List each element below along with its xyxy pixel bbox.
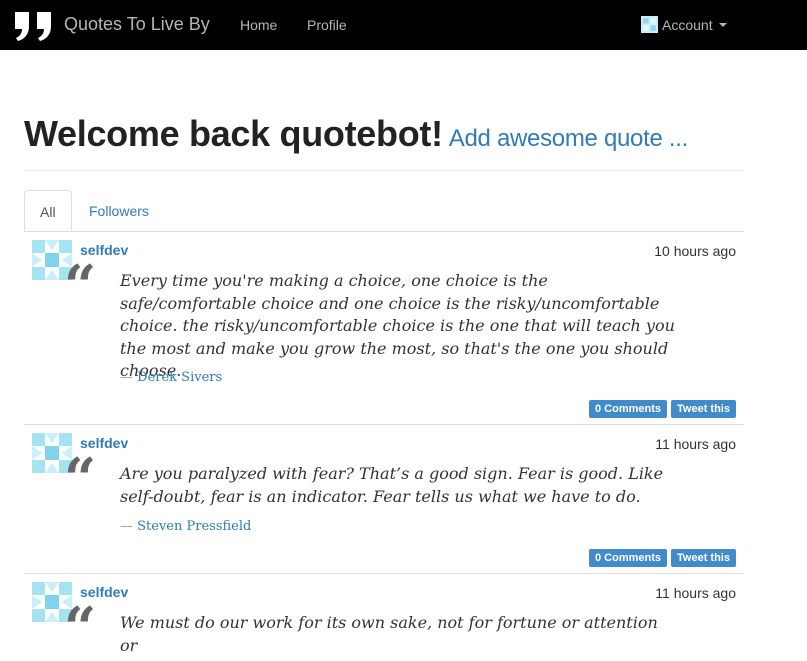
quote-text: Every time you're making a choice, one c… bbox=[120, 271, 675, 380]
quote-logo-icon[interactable] bbox=[13, 10, 55, 42]
quote-item: selfdev 11 hours ago “ Are you paralyzed… bbox=[24, 425, 744, 574]
tweet-button[interactable]: Tweet this bbox=[671, 549, 736, 567]
quote-text: We must do our work for its own sake, no… bbox=[120, 613, 658, 655]
comments-button[interactable]: 0 Comments bbox=[588, 549, 668, 567]
quote-author: — Derek Sivers bbox=[120, 370, 223, 385]
account-avatar-icon bbox=[641, 16, 658, 33]
chevron-down-icon bbox=[718, 22, 727, 27]
quote-timestamp: 10 hours ago bbox=[654, 243, 736, 259]
add-quote-link[interactable]: Add awesome quote ... bbox=[449, 125, 688, 152]
quote-list: selfdev 10 hours ago “ Every time you're… bbox=[24, 232, 744, 661]
brand-name[interactable]: Quotes To Live By bbox=[64, 14, 210, 35]
quote-author-name[interactable]: Derek Sivers bbox=[137, 370, 222, 385]
quote-text: Are you paralyzed with fear? That’s a go… bbox=[120, 464, 664, 506]
quote-author-name[interactable]: Steven Pressfield bbox=[137, 519, 251, 534]
quote-author: — Steven Pressfield bbox=[120, 519, 252, 534]
nav-profile-link[interactable]: Profile bbox=[307, 17, 347, 33]
quote-item: selfdev 10 hours ago “ Every time you're… bbox=[24, 232, 744, 425]
account-dropdown[interactable]: Account bbox=[641, 16, 727, 33]
page-header: Welcome back quotebot! Add awesome quote … bbox=[24, 112, 744, 171]
navbar: Quotes To Live By Home Profile Account bbox=[0, 0, 807, 50]
welcome-title: Welcome back quotebot! bbox=[24, 113, 443, 154]
quote-actions: 0 Comments Tweet this bbox=[588, 549, 736, 567]
tab-bar: All Followers bbox=[24, 190, 744, 232]
tab-followers[interactable]: Followers bbox=[74, 190, 164, 230]
comments-button[interactable]: 0 Comments bbox=[588, 400, 668, 418]
tweet-button[interactable]: Tweet this bbox=[671, 400, 736, 418]
nav-home-link[interactable]: Home bbox=[240, 17, 277, 33]
account-label: Account bbox=[662, 16, 713, 33]
quote-mark-icon: “ bbox=[64, 446, 97, 512]
tab-all[interactable]: All bbox=[24, 190, 72, 231]
quote-item: selfdev 11 hours ago “ We must do our wo… bbox=[24, 574, 744, 661]
quote-mark-icon: “ bbox=[64, 595, 97, 661]
page-title: Welcome back quotebot! Add awesome quote … bbox=[24, 112, 744, 161]
quote-mark-icon: “ bbox=[64, 253, 97, 319]
quote-actions: 0 Comments Tweet this bbox=[588, 400, 736, 418]
quote-timestamp: 11 hours ago bbox=[655, 436, 736, 452]
quote-timestamp: 11 hours ago bbox=[655, 585, 736, 601]
